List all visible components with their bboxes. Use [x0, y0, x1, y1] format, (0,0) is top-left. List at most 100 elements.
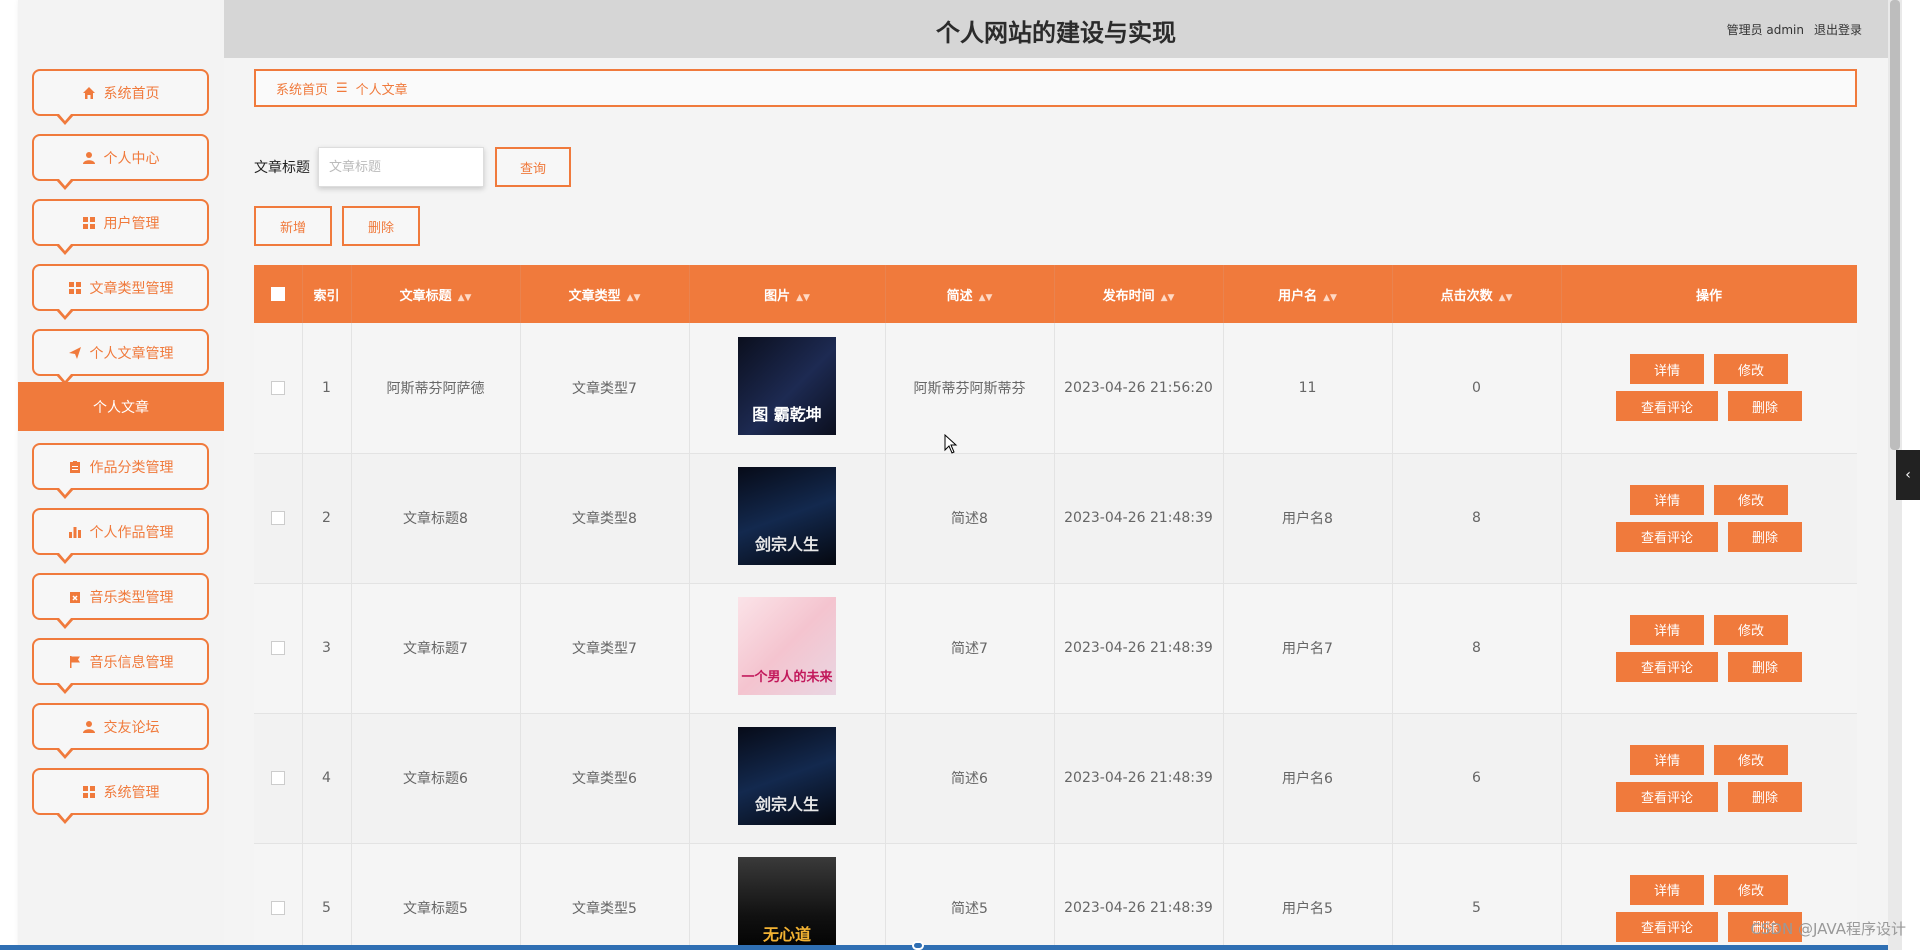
table-row: 4 文章标题6 文章类型6 剑宗人生 简述6 2023-04-26 21:48:… — [254, 713, 1857, 844]
row-select-cell[interactable] — [254, 453, 303, 584]
delete-selected-button[interactable]: 删除 — [342, 206, 420, 246]
table-header-row: 索引 文章标题 ▲▼ 文章类型 ▲▼ 图片 ▲▼ 简述 ▲▼ 发布时间 ▲▼ 用户名 ▲▼ … — [254, 265, 1857, 323]
view-comments-button[interactable]: 查看评论 — [1616, 391, 1718, 422]
sidebar-item-articles[interactable]: 个人文章管理 — [32, 329, 209, 385]
sidebar-item-work-categories[interactable]: 作品分类管理 — [32, 443, 209, 499]
detail-button[interactable]: 详情 — [1630, 874, 1704, 905]
row-user: 用户名8 — [1223, 453, 1393, 584]
row-type: 文章类型6 — [520, 713, 690, 844]
sort-icon[interactable]: ▲▼ — [979, 293, 993, 303]
row-user: 11 — [1223, 323, 1393, 454]
edit-button[interactable]: 修改 — [1714, 614, 1788, 645]
table-row: 5 文章标题5 文章类型5 无心道 简述5 2023-04-26 21:48:3… — [254, 843, 1857, 950]
sidebar-subitem-personal-articles[interactable]: 个人文章 — [18, 382, 224, 431]
row-select-cell[interactable] — [254, 713, 303, 844]
article-cover-image[interactable]: 一个男人的未来 — [738, 597, 836, 695]
row-summary: 阿斯蒂芬阿斯蒂芬 — [885, 323, 1055, 454]
column-header[interactable]: 用户名 ▲▼ — [1223, 265, 1393, 323]
row-type: 文章类型7 — [520, 323, 690, 454]
row-image-cell: 无心道 — [689, 843, 886, 950]
column-header[interactable]: 文章标题 ▲▼ — [351, 265, 521, 323]
row-select-cell[interactable] — [254, 583, 303, 714]
sidebar-item-profile[interactable]: 个人中心 — [32, 134, 209, 190]
row-checkbox[interactable] — [270, 771, 285, 785]
delete-row-button[interactable]: 删除 — [1728, 651, 1802, 682]
sort-icon[interactable]: ▲▼ — [458, 293, 472, 303]
sort-icon[interactable]: ▲▼ — [1323, 293, 1337, 303]
view-comments-button[interactable]: 查看评论 — [1616, 781, 1718, 812]
sidebar-item-system[interactable]: 系统管理 — [32, 768, 209, 824]
column-header[interactable]: 发布时间 ▲▼ — [1054, 265, 1224, 323]
sort-icon[interactable]: ▲▼ — [1499, 293, 1513, 303]
article-cover-image[interactable]: 剑宗人生 — [738, 727, 836, 825]
edit-button[interactable]: 修改 — [1714, 874, 1788, 905]
row-checkbox[interactable] — [270, 511, 285, 525]
row-checkbox[interactable] — [270, 641, 285, 655]
row-index: 2 — [302, 453, 352, 584]
detail-button[interactable]: 详情 — [1630, 744, 1704, 775]
search-button[interactable]: 查询 — [495, 147, 571, 187]
row-checkbox[interactable] — [270, 380, 285, 395]
progress-handle[interactable] — [912, 941, 924, 950]
column-header[interactable]: 简述 ▲▼ — [885, 265, 1055, 323]
table-row: 1 阿斯蒂芬阿萨德 文章类型7 图 霸乾坤 阿斯蒂芬阿斯蒂芬 2023-04-2… — [254, 323, 1857, 454]
delete-row-button[interactable]: 删除 — [1728, 521, 1802, 552]
detail-button[interactable]: 详情 — [1630, 614, 1704, 645]
add-button[interactable]: 新增 — [254, 206, 332, 246]
clipboard-x-icon — [69, 591, 80, 603]
column-header[interactable]: 文章类型 ▲▼ — [520, 265, 690, 323]
site-title: 个人网站的建设与实现 — [936, 19, 1176, 47]
sort-icon[interactable]: ▲▼ — [1161, 293, 1175, 303]
column-header[interactable]: 点击次数 ▲▼ — [1392, 265, 1562, 323]
sidebar-item-users[interactable]: 用户管理 — [32, 199, 209, 255]
collapse-panel-tab[interactable]: ‹ — [1896, 450, 1920, 500]
view-comments-button[interactable]: 查看评论 — [1616, 651, 1718, 682]
article-cover-image[interactable]: 图 霸乾坤 — [738, 336, 836, 435]
column-header[interactable]: 图片 ▲▼ — [689, 265, 886, 323]
delete-row-button[interactable]: 删除 — [1728, 391, 1802, 422]
view-comments-button[interactable]: 查看评论 — [1616, 911, 1718, 942]
edit-button[interactable]: 修改 — [1714, 744, 1788, 775]
row-select-cell[interactable] — [254, 323, 303, 454]
sidebar-item-music-types[interactable]: 音乐类型管理 — [32, 573, 209, 629]
sidebar-item-label: 系统首页 — [103, 85, 160, 102]
scrollbar-thumb[interactable] — [1890, 0, 1900, 450]
current-user: 管理员 admin — [1726, 23, 1804, 37]
article-cover-image[interactable]: 无心道 — [738, 857, 836, 950]
breadcrumb-home[interactable]: 系统首页 — [276, 79, 328, 98]
sidebar: 系统首页 个人中心 用户管理 文章类型管理 个人文章管理 个人文章 作品分类管理… — [18, 0, 224, 950]
sidebar-item-label: 个人作品管理 — [89, 524, 174, 541]
sidebar-item-music-info[interactable]: 音乐信息管理 — [32, 638, 209, 694]
search-input[interactable] — [318, 147, 484, 187]
sort-icon[interactable]: ▲▼ — [796, 293, 810, 303]
sidebar-item-label: 音乐信息管理 — [89, 654, 174, 671]
detail-button[interactable]: 详情 — [1630, 354, 1704, 385]
flag-icon — [69, 655, 80, 668]
send-icon — [68, 346, 81, 359]
article-cover-image[interactable]: 剑宗人生 — [738, 467, 836, 565]
sort-icon[interactable]: ▲▼ — [627, 293, 641, 303]
row-summary: 简述5 — [885, 843, 1055, 950]
sidebar-item-home[interactable]: 系统首页 — [32, 69, 209, 125]
row-checkbox[interactable] — [270, 901, 285, 915]
row-title: 文章标题7 — [351, 583, 521, 714]
select-all-checkbox[interactable] — [270, 287, 285, 301]
view-comments-button[interactable]: 查看评论 — [1616, 521, 1718, 552]
sidebar-item-article-types[interactable]: 文章类型管理 — [32, 264, 209, 320]
logout-link[interactable]: 退出登录 — [1814, 21, 1862, 38]
row-time: 2023-04-26 21:56:20 — [1054, 323, 1224, 454]
delete-row-button[interactable]: 删除 — [1728, 781, 1802, 812]
row-title: 文章标题5 — [351, 843, 521, 950]
sidebar-item-forum[interactable]: 交友论坛 — [32, 703, 209, 759]
edit-button[interactable]: 修改 — [1714, 484, 1788, 515]
row-clicks: 8 — [1392, 583, 1562, 714]
row-index: 5 — [302, 843, 352, 950]
row-title: 文章标题8 — [351, 453, 521, 584]
sidebar-item-works[interactable]: 个人作品管理 — [32, 508, 209, 564]
row-ops: 详情 修改 查看评论 删除 — [1561, 583, 1857, 714]
row-select-cell[interactable] — [254, 843, 303, 950]
edit-button[interactable]: 修改 — [1714, 354, 1788, 385]
select-all-cell[interactable] — [254, 265, 303, 323]
detail-button[interactable]: 详情 — [1630, 484, 1704, 515]
clipboard-icon — [69, 460, 80, 473]
